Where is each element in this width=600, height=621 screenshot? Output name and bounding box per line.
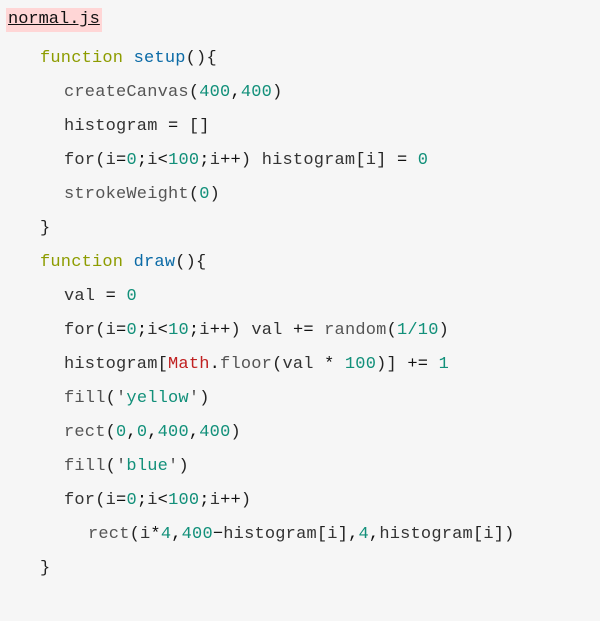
num: 1 [439, 355, 449, 374]
code-line: histogram = [] [40, 117, 210, 136]
id-i: i [327, 525, 337, 544]
num: 0 [126, 151, 136, 170]
code-line: fill('yellow') [40, 389, 210, 408]
code-line: } [40, 559, 50, 578]
num: 100 [168, 151, 199, 170]
call-random: random [324, 321, 386, 340]
str-blue: blue [126, 457, 168, 476]
keyword-function: function [40, 49, 123, 68]
kw-for: for [64, 151, 95, 170]
num: 400 [199, 83, 230, 102]
code-line: for(i=0;i<100;i++) [40, 491, 251, 510]
id-histogram: histogram [262, 151, 356, 170]
num: 10 [168, 321, 189, 340]
call-fill: fill [64, 389, 106, 408]
id-i: i [147, 321, 157, 340]
id-val: val [251, 321, 282, 340]
num: 0 [418, 151, 428, 170]
code-line: histogram[Math.floor(val * 100)] += 1 [40, 355, 449, 374]
num: 1/10 [397, 321, 439, 340]
fn-setup: setup [134, 49, 186, 68]
fn-draw: draw [134, 253, 176, 272]
call-strokeweight: strokeWeight [64, 185, 189, 204]
num: 400 [241, 83, 272, 102]
code-line: for(i=0;i<100;i++) histogram[i] = 0 [40, 151, 428, 170]
num: 4 [161, 525, 171, 544]
id-i: i [147, 151, 157, 170]
code-line: function draw(){ [40, 253, 206, 272]
str-yellow: yellow [126, 389, 188, 408]
prop-math: Math [168, 355, 210, 374]
code-viewer: normal.js function setup(){ createCanvas… [0, 0, 600, 586]
id-i: i [106, 151, 116, 170]
id-i: i [140, 525, 150, 544]
filename-label: normal.js [6, 8, 102, 32]
id-i: i [210, 491, 220, 510]
id-i: i [483, 525, 493, 544]
id-i: i [106, 321, 116, 340]
code-line: strokeWeight(0) [40, 185, 220, 204]
num: 0 [137, 423, 147, 442]
kw-for: for [64, 321, 95, 340]
num: 4 [359, 525, 369, 544]
num: 400 [199, 423, 230, 442]
code-line: for(i=0;i<10;i++) val += random(1/10) [40, 321, 449, 340]
keyword-function: function [40, 253, 123, 272]
num: 0 [116, 423, 126, 442]
id-histogram: histogram [379, 525, 473, 544]
num: 0 [126, 321, 136, 340]
code-line: val = 0 [40, 287, 137, 306]
id-histogram: histogram [223, 525, 317, 544]
id-i: i [199, 321, 209, 340]
code-line: rect(0,0,400,400) [40, 423, 241, 442]
num: 0 [126, 491, 136, 510]
id-val: val [282, 355, 313, 374]
call-fill: fill [64, 457, 106, 476]
id-i: i [366, 151, 376, 170]
code-line: function setup(){ [40, 49, 217, 68]
id-i: i [106, 491, 116, 510]
id-val: val [64, 287, 95, 306]
call-rect: rect [88, 525, 130, 544]
num: 0 [199, 185, 209, 204]
id-histogram: histogram [64, 355, 158, 374]
call-rect: rect [64, 423, 106, 442]
num: 100 [168, 491, 199, 510]
call-createcanvas: createCanvas [64, 83, 189, 102]
num: 0 [126, 287, 136, 306]
call-floor: floor [220, 355, 272, 374]
id-i: i [147, 491, 157, 510]
code-block: function setup(){ createCanvas(400,400) … [0, 42, 600, 586]
code-line: rect(i*4,400−histogram[i],4,histogram[i]… [40, 525, 515, 544]
code-line: } [40, 219, 50, 238]
num: 400 [182, 525, 213, 544]
code-line: fill('blue') [40, 457, 189, 476]
code-line: createCanvas(400,400) [40, 83, 282, 102]
kw-for: for [64, 491, 95, 510]
filename-wrap: normal.js [0, 8, 600, 32]
num: 100 [345, 355, 376, 374]
id-histogram: histogram [64, 117, 158, 136]
num: 400 [158, 423, 189, 442]
id-i: i [210, 151, 220, 170]
